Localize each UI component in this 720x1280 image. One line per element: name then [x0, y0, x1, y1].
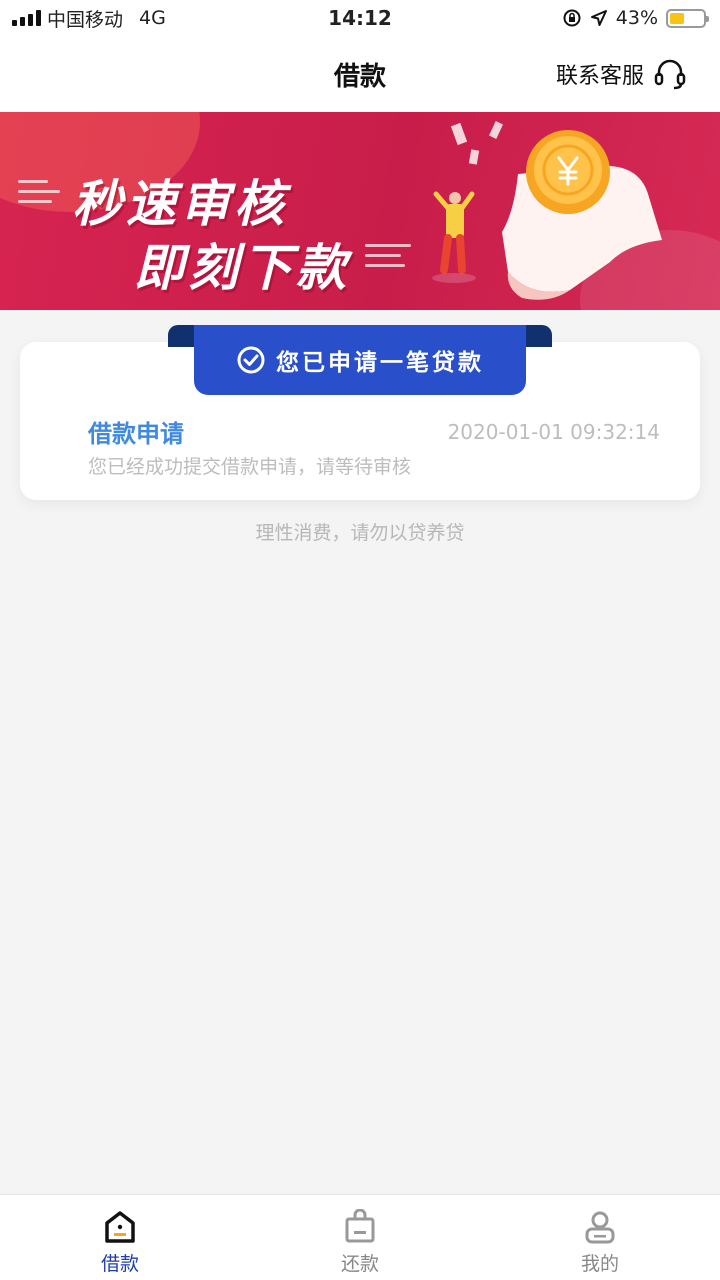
user-icon [585, 1211, 615, 1244]
tab-label: 我的 [580, 1253, 619, 1275]
status-right: 43% [562, 0, 709, 36]
home-icon [105, 1211, 135, 1243]
card-description: 您已经成功提交借款申请，请等待审核 [88, 456, 412, 478]
tab-bar: 借款 还款 我的 [0, 1194, 720, 1280]
tab-mine[interactable]: 我的 [480, 1195, 720, 1280]
check-circle-icon [237, 346, 265, 374]
battery-percent: 43% [615, 7, 658, 29]
tab-label: 还款 [340, 1253, 379, 1275]
coin-illustration [432, 121, 662, 300]
bag-icon [345, 1209, 375, 1243]
contact-service-label: 联系客服 [555, 64, 644, 89]
banner-slogan-line2: 即刻下款 [134, 239, 350, 297]
location-icon [590, 10, 607, 26]
banner-slogan-line1: 秒速审核 [72, 175, 288, 233]
nav-bar: 借款 联系客服 [0, 36, 720, 112]
card-timestamp: 2020-01-01 09:32:14 [447, 420, 660, 444]
speed-lines [365, 244, 411, 274]
tab-label: 借款 [100, 1253, 139, 1275]
speed-lines [18, 180, 60, 210]
tab-borrow[interactable]: 借款 [0, 1195, 240, 1280]
status-bar: 中国移动 4G 14:12 43% [0, 0, 720, 36]
headset-icon [654, 59, 686, 90]
tab-repay[interactable]: 还款 [240, 1195, 480, 1280]
battery-icon [666, 8, 709, 28]
rational-consumption-tip: 理性消费，请勿以贷养贷 [255, 522, 465, 544]
rotation-lock-icon [563, 9, 581, 27]
status-ribbon: 您已申请一笔贷款 [194, 325, 526, 395]
promo-banner[interactable]: 秒速审核 即刻下款 [0, 112, 720, 310]
contact-service-button[interactable]: 联系客服 [556, 56, 688, 92]
ribbon-text: 您已申请一笔贷款 [276, 350, 484, 376]
card-title: 借款申请 [88, 420, 184, 448]
